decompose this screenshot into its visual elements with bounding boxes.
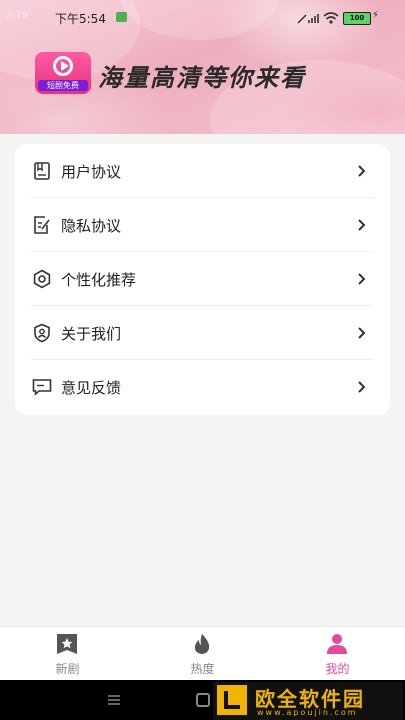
notification-icon — [116, 12, 127, 22]
bottom-tab-bar: 新剧 热度 我的 — [0, 626, 405, 681]
status-left-text: 2:19 — [6, 10, 29, 21]
settings-menu-card: 用户协议 隐私协议 个性化推荐 关于我们 意见反馈 — [15, 144, 390, 415]
wifi-icon — [323, 12, 339, 24]
menu-item-label: 隐私协议 — [61, 217, 122, 235]
chevron-right-icon — [358, 165, 366, 177]
charging-icon: ⚡ — [371, 10, 379, 21]
home-button[interactable] — [196, 693, 210, 707]
menu-icon[interactable] — [107, 694, 121, 706]
person-icon — [327, 634, 347, 654]
menu-item-privacy-policy[interactable]: 隐私协议 — [15, 198, 390, 252]
menu-item-personalized-recommendation[interactable]: 个性化推荐 — [15, 252, 390, 306]
menu-item-feedback[interactable]: 意见反馈 — [15, 360, 390, 414]
chevron-right-icon — [358, 219, 366, 231]
menu-item-user-agreement[interactable]: 用户协议 — [15, 144, 390, 198]
chevron-right-icon — [358, 273, 366, 285]
shield-user-icon — [34, 323, 50, 343]
watermark-logo-icon — [217, 685, 247, 715]
menu-item-about-us[interactable]: 关于我们 — [15, 306, 390, 360]
gear-icon — [33, 269, 51, 289]
slogan: 海量高清等你来看 — [98, 64, 306, 92]
tab-label: 新剧 — [55, 662, 80, 676]
battery-icon: 100 — [343, 12, 371, 25]
menu-item-label: 关于我们 — [61, 325, 122, 343]
tab-label: 我的 — [325, 662, 350, 676]
tab-mine[interactable]: 我的 — [270, 627, 405, 681]
edit-document-icon — [34, 216, 50, 234]
menu-item-label: 用户协议 — [61, 163, 122, 181]
chevron-right-icon — [358, 381, 366, 393]
flame-icon — [194, 634, 210, 654]
menu-item-label: 个性化推荐 — [61, 271, 137, 289]
play-icon — [53, 56, 73, 76]
chat-icon — [32, 379, 52, 396]
status-bar: 2:19 下午5:54 100 ⚡ — [0, 6, 405, 30]
app-logo: 短剧免费 — [35, 52, 91, 94]
watermark-url: www.apoujin.com — [257, 708, 358, 717]
watermark: 欧全软件园 www.apoujin.com — [213, 682, 403, 720]
signal-icon — [297, 14, 319, 24]
tab-popular[interactable]: 热度 — [135, 627, 270, 681]
tab-label: 热度 — [190, 662, 215, 676]
chevron-right-icon — [358, 327, 366, 339]
star-box-icon — [57, 634, 77, 654]
document-icon — [34, 162, 50, 180]
header-banner: 2:19 下午5:54 100 ⚡ 短剧免费 海量高清等你来看 — [0, 0, 405, 134]
menu-item-label: 意见反馈 — [61, 379, 122, 397]
logo-tag: 短剧免费 — [38, 80, 88, 91]
status-time: 下午5:54 — [55, 12, 106, 26]
tab-new-dramas[interactable]: 新剧 — [0, 627, 135, 681]
